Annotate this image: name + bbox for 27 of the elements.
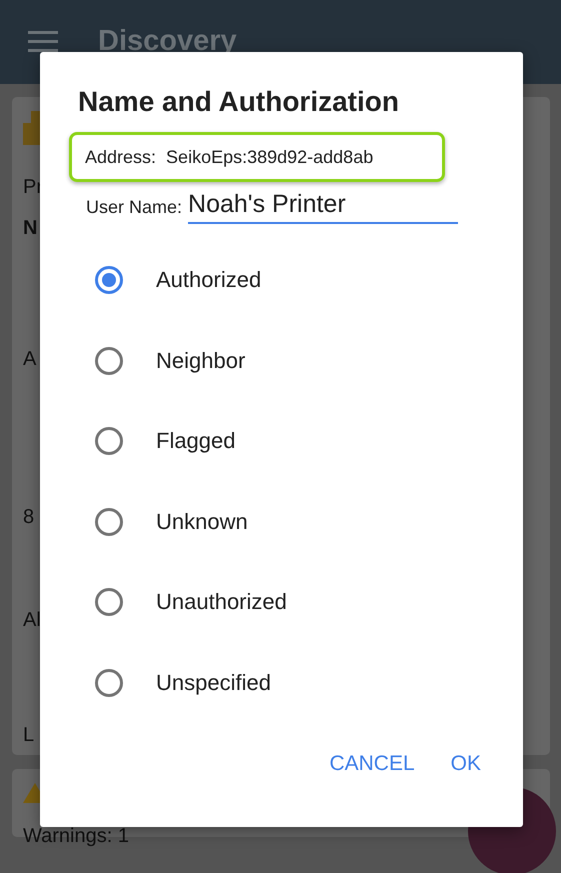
option-label: Authorized [156,267,262,294]
device-field-label: 8 [23,505,34,529]
radio-button[interactable] [95,668,123,697]
dialog-title: Name and Authorization [78,86,400,118]
option-label: Unauthorized [156,589,287,616]
warnings-count: Warnings: 1 [23,825,130,848]
device-field-label: A [23,347,36,371]
radio-button[interactable] [95,508,123,536]
radio-button[interactable] [95,427,123,456]
dialog-button[interactable]: CANCEL [317,742,427,786]
address-value: SeikoEps:389d92-add8ab [166,146,374,168]
device-field-label: L [23,723,34,747]
device-field-label: N [23,216,38,240]
app-title: Discovery [98,24,237,58]
radio-button[interactable] [95,588,123,616]
option-label: Neighbor [156,348,246,374]
menu-icon[interactable] [28,31,58,53]
radio-button[interactable] [95,266,123,294]
device-field-label: Al [23,608,41,632]
option-label: Flagged [156,428,236,454]
device-field-label: Pr [23,175,43,199]
option-label: Unspecified [156,670,271,696]
user-name-label: User Name: [86,197,182,219]
radio-button[interactable] [95,346,123,375]
option-label: Unknown [156,508,248,535]
dialog-button[interactable]: OK [438,742,493,786]
address-label: Address: [85,146,156,168]
